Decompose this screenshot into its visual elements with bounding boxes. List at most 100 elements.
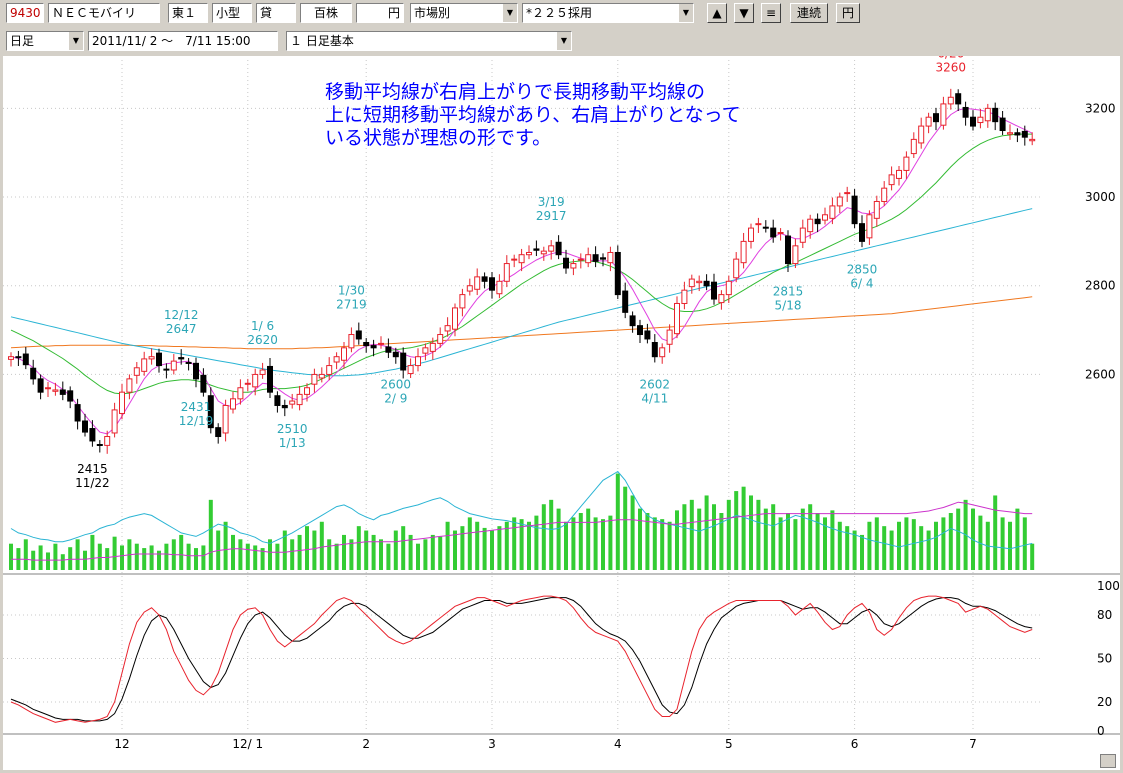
x-tick-label: 2 — [362, 737, 370, 751]
volume-bar — [112, 536, 117, 570]
volume-bar — [245, 543, 250, 570]
volume-bar — [660, 519, 665, 570]
volume-bar — [889, 530, 894, 570]
candle-body — [873, 200, 880, 219]
volume-bar — [134, 543, 139, 570]
volume-bar — [386, 543, 391, 570]
volume-bar — [541, 504, 546, 570]
candle-body — [89, 428, 96, 442]
candle-body — [881, 187, 888, 202]
y-tick-label: 2800 — [1085, 279, 1116, 293]
candle-body — [200, 374, 207, 393]
volume-bar — [253, 545, 258, 570]
price-label: 11/22 — [75, 476, 110, 490]
candle-body — [326, 365, 333, 375]
volume-bar — [75, 539, 80, 570]
volume-bar — [194, 548, 198, 570]
volume-bar — [786, 513, 790, 570]
candle-body — [281, 404, 288, 409]
sma-longest-line — [10, 296, 1033, 350]
annotation-text: いる状態が理想の形です。 — [325, 127, 551, 149]
volume-bar — [867, 521, 872, 570]
up-button[interactable]: ▲ — [707, 3, 727, 23]
volume-bar — [460, 526, 465, 570]
volume-bar — [275, 543, 280, 570]
candle-body — [674, 302, 680, 335]
candle-body — [133, 367, 140, 376]
candle-body — [807, 218, 814, 233]
candle-body — [740, 240, 747, 264]
scroll-corner[interactable] — [1100, 754, 1116, 768]
candle-body — [577, 258, 584, 261]
volume-bar — [904, 517, 909, 570]
volume-bar — [897, 521, 901, 570]
volume-bar — [482, 527, 487, 570]
volume-bar — [327, 539, 332, 570]
chevron-down-icon: ▼ — [502, 4, 517, 22]
volume-bar — [726, 499, 731, 570]
candle-body — [836, 196, 843, 207]
price-label: 2431 — [181, 400, 212, 414]
price-label: 2415 — [77, 462, 108, 476]
candle-body — [170, 360, 177, 371]
chart-panel: 12 12/ 1 2 3 4 5 6 7 2600 2800 3000 3200 2415 11/22 12… — [3, 46, 1120, 770]
candle-body — [444, 325, 451, 332]
candle-body — [407, 365, 414, 375]
y-tick-label: 80 — [1097, 608, 1112, 622]
volume-bar — [53, 543, 58, 570]
candle-body — [67, 390, 74, 402]
volume-bar — [593, 517, 598, 570]
candle-body — [592, 254, 599, 262]
sma-long-line — [10, 208, 1033, 377]
volume-bar — [926, 530, 931, 570]
volume-bar — [453, 530, 457, 570]
volume-bar — [793, 519, 798, 570]
volume-bar — [704, 495, 709, 570]
volume-bar — [393, 530, 398, 570]
candle-body — [481, 276, 488, 282]
candle-body — [193, 362, 199, 380]
candle-body — [918, 125, 925, 144]
candle-body — [866, 214, 873, 239]
index-select[interactable]: *２２５採用 ▼ — [522, 3, 694, 23]
preset-select[interactable]: １ 日足基本 ▼ — [286, 31, 572, 51]
candle-body — [933, 113, 939, 123]
candle-body — [8, 356, 14, 360]
yen-button[interactable]: 円 — [836, 3, 860, 23]
volume-bar — [882, 526, 887, 570]
candle-body — [526, 251, 532, 256]
price-label: 2850 — [847, 262, 878, 276]
volume-bar — [1022, 517, 1027, 570]
sector-select[interactable]: 市場別 ▼ — [410, 3, 518, 23]
volume-bar — [305, 526, 309, 570]
candle-body — [637, 325, 643, 336]
candle-body — [844, 192, 851, 195]
volume-bar — [549, 499, 554, 570]
volume-bar — [682, 504, 687, 570]
candle-body — [888, 174, 895, 186]
continuous-button[interactable]: 連続 — [790, 3, 828, 23]
candle-body — [540, 250, 547, 255]
volume-bar — [46, 552, 50, 570]
candle-body — [496, 280, 503, 295]
down-button[interactable]: ▼ — [734, 3, 754, 23]
volume-bar — [490, 530, 494, 570]
volume-bar — [527, 521, 531, 570]
menu-button[interactable]: ≡ — [761, 3, 781, 23]
date-range-field[interactable]: 2011/11/ 2 ～ 7/11 15:00 — [88, 31, 278, 51]
period-select[interactable]: 日足 ▼ — [6, 31, 84, 51]
candle-body — [363, 342, 370, 347]
candle-body — [104, 436, 111, 446]
candle-body — [1014, 132, 1021, 136]
sector-select-value: 市場別 — [414, 6, 451, 20]
volume-bar — [512, 517, 517, 570]
volume-bar — [741, 486, 746, 570]
volume-bar — [934, 521, 938, 570]
volume-bar — [231, 534, 235, 570]
volume-bar — [438, 536, 443, 570]
volume-bar — [712, 504, 716, 570]
candle-body — [156, 352, 162, 367]
candle-body — [215, 427, 222, 438]
code-field[interactable]: 9430 — [6, 3, 44, 23]
volume-bar — [993, 495, 998, 570]
